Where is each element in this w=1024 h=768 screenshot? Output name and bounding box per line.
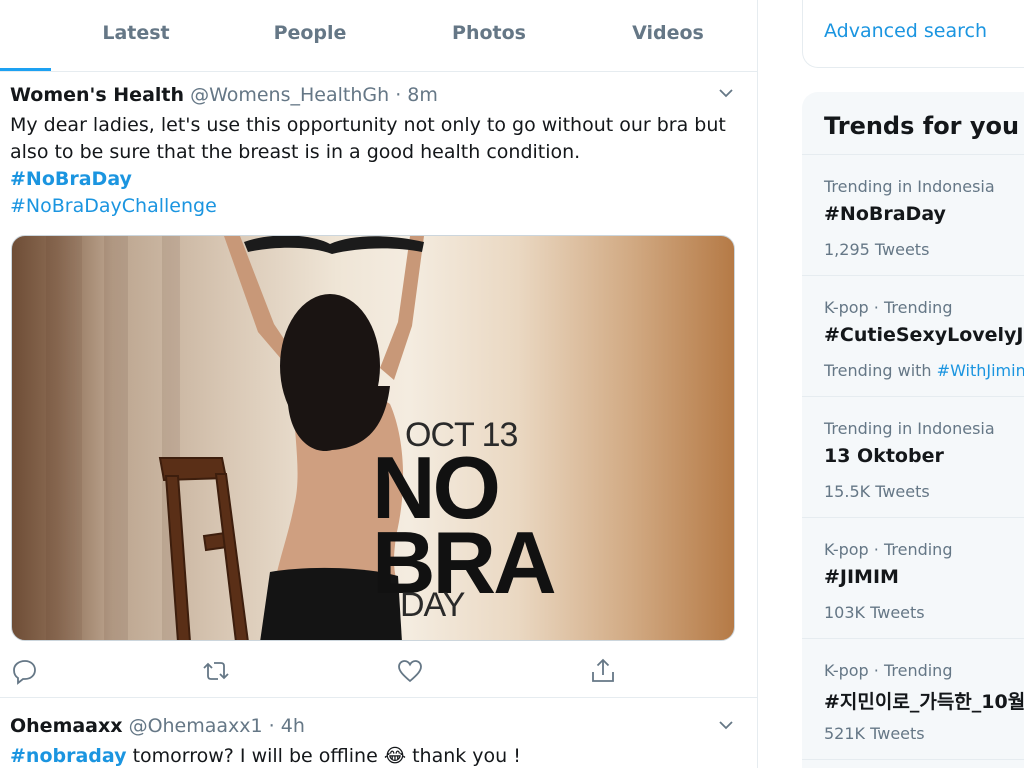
tweet-body-end: thank you ! bbox=[412, 745, 521, 767]
reply-icon[interactable] bbox=[10, 656, 40, 686]
tweet-author-name[interactable]: Women's Health bbox=[10, 84, 184, 106]
tweet-timestamp[interactable]: 8m bbox=[407, 84, 438, 106]
trend-context: K-pop · Trending bbox=[824, 298, 953, 317]
retweet-icon[interactable] bbox=[201, 656, 231, 686]
trends-header: Trends for you bbox=[802, 92, 1024, 155]
active-tab-indicator bbox=[0, 68, 51, 71]
trend-context: K-pop · Trending bbox=[824, 661, 953, 680]
trend-context: Trending in Indonesia bbox=[824, 177, 995, 196]
tweet[interactable]: Ohemaaxx @Ohemaaxx1 · 4h #nobraday tomor… bbox=[0, 699, 757, 768]
trend-name: #NoBraDay bbox=[824, 203, 946, 225]
tweet-image[interactable]: OCT 13 NO BRA DAY bbox=[11, 235, 735, 641]
trend-tweet-count: 15.5K Tweets bbox=[824, 482, 930, 501]
trend-item[interactable]: Trending in Indonesia 13 Oktober 15.5K T… bbox=[802, 397, 1024, 518]
tweet-text: My dear ladies, let's use this opportuni… bbox=[10, 112, 740, 220]
chevron-down-icon[interactable] bbox=[719, 718, 733, 732]
timeline-column: Latest People Photos Videos Women's Heal… bbox=[0, 0, 758, 768]
hashtag-link[interactable]: #nobraday bbox=[10, 745, 127, 767]
image-text-day: DAY bbox=[400, 586, 465, 624]
trend-name: 13 Oktober bbox=[824, 445, 944, 467]
tweet-author-handle[interactable]: @Ohemaaxx1 bbox=[129, 715, 263, 737]
trend-related-prefix: Trending with bbox=[824, 361, 932, 380]
trend-tweet-count: 521K Tweets bbox=[824, 724, 925, 743]
trend-tweet-count: 103K Tweets bbox=[824, 603, 925, 622]
trend-item[interactable]: K-pop · Trending #JIMIM 103K Tweets bbox=[802, 518, 1024, 639]
trends-title: Trends for you bbox=[824, 112, 1020, 140]
tweet-actions bbox=[0, 656, 757, 686]
tweet-header: Ohemaaxx @Ohemaaxx1 · 4h bbox=[10, 715, 305, 737]
trend-item[interactable]: Trending in Indonesia #NoBraDay 1,295 Tw… bbox=[802, 155, 1024, 276]
trend-name: #CutieSexyLovelyJimin bbox=[824, 324, 1024, 346]
like-icon[interactable] bbox=[395, 656, 425, 686]
trend-name: #JIMIM bbox=[824, 566, 899, 588]
trend-related: Trending with #WithJimin bbox=[824, 361, 1024, 380]
tweet-author-name[interactable]: Ohemaaxx bbox=[10, 715, 123, 737]
hashtag-link[interactable]: #NoBraDay bbox=[10, 166, 740, 193]
separator-dot: · bbox=[395, 84, 402, 106]
hashtag-link[interactable]: #NoBraDayChallenge bbox=[10, 193, 740, 220]
trend-item[interactable]: K-pop · Trending #CutieSexyLovelyJimin T… bbox=[802, 276, 1024, 397]
trend-item[interactable]: K-pop · Trending #지민이로_가득한_10월 521K Twee… bbox=[802, 639, 1024, 760]
tab-photos[interactable]: Photos bbox=[424, 0, 554, 70]
share-icon[interactable] bbox=[588, 656, 618, 686]
tweet-author-handle[interactable]: @Womens_HealthGh bbox=[190, 84, 389, 106]
tweet-body: tomorrow? I will be offline bbox=[132, 745, 378, 767]
tweet-body: My dear ladies, let's use this opportuni… bbox=[10, 114, 726, 163]
trend-name: #지민이로_가득한_10월 bbox=[824, 691, 1024, 713]
tab-people[interactable]: People bbox=[245, 0, 375, 70]
search-options-card: Advanced search bbox=[802, 0, 1024, 68]
tweet-header: Women's Health @Womens_HealthGh · 8m bbox=[10, 84, 438, 106]
chevron-down-icon[interactable] bbox=[719, 86, 733, 100]
separator-dot: · bbox=[268, 715, 275, 737]
laughing-emoji: 😂 bbox=[383, 745, 407, 767]
trend-related-hashtag[interactable]: #WithJimin bbox=[937, 361, 1024, 380]
tab-videos[interactable]: Videos bbox=[603, 0, 733, 70]
tab-latest[interactable]: Latest bbox=[71, 0, 201, 70]
advanced-search-link[interactable]: Advanced search bbox=[824, 20, 987, 42]
tweet-text: #nobraday tomorrow? I will be offline 😂 … bbox=[10, 743, 740, 768]
trend-context: K-pop · Trending bbox=[824, 540, 953, 559]
search-tabs: Latest People Photos Videos bbox=[0, 0, 757, 72]
trends-panel: Trends for you Trending in Indonesia #No… bbox=[802, 92, 1024, 768]
trend-tweet-count: 1,295 Tweets bbox=[824, 240, 930, 259]
tweet[interactable]: Women's Health @Womens_HealthGh · 8m My … bbox=[0, 72, 757, 698]
tweet-timestamp[interactable]: 4h bbox=[281, 715, 305, 737]
trend-context: Trending in Indonesia bbox=[824, 419, 995, 438]
